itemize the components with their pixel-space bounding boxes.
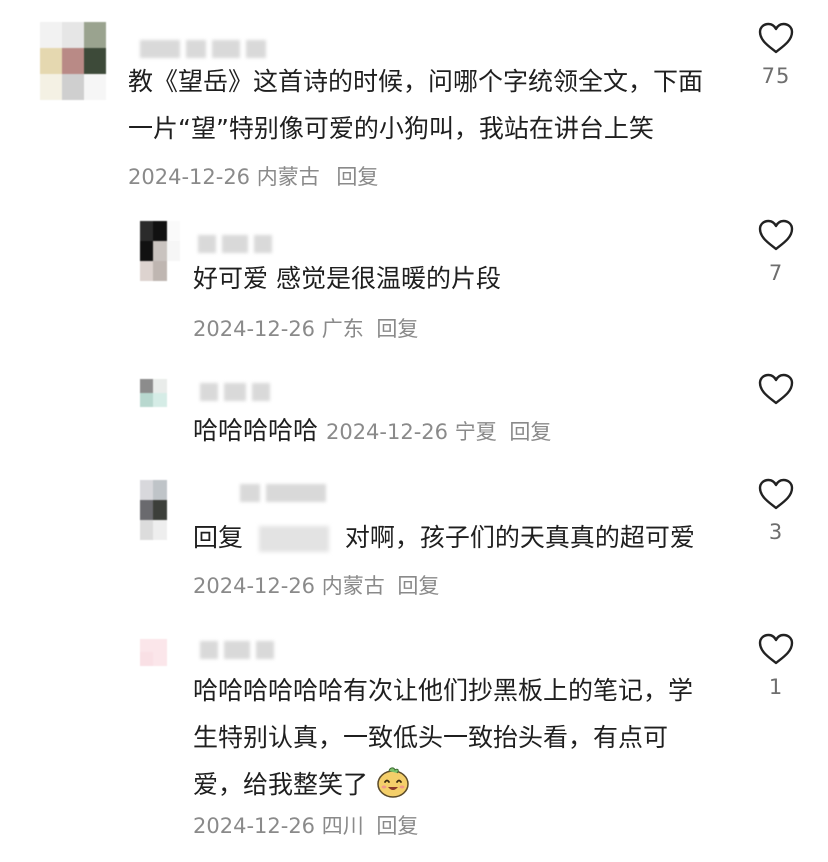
heart-outline-icon bbox=[758, 373, 794, 405]
reply-text: 哈哈哈哈哈哈有次让他们抄黑板上的笔记，学生特别认真，一致低头一致抬头看，有点可爱… bbox=[193, 676, 694, 799]
username-blurred[interactable] bbox=[198, 235, 272, 253]
reply-text: 对啊，孩子们的天真真的超可爱 bbox=[344, 523, 695, 552]
reply-location: 宁夏 bbox=[454, 420, 497, 444]
like-count: 3 bbox=[768, 520, 784, 544]
reply-text: 哈哈哈哈哈 bbox=[193, 416, 319, 445]
avatar[interactable] bbox=[140, 221, 180, 281]
heart-outline-icon bbox=[758, 633, 794, 665]
reply-item: 哈哈哈哈哈 2024-12-26 宁夏 回复 bbox=[0, 365, 828, 465]
reply-body: 哈哈哈哈哈 2024-12-26 宁夏 回复 bbox=[193, 407, 733, 456]
heart-outline-icon bbox=[758, 219, 794, 251]
comment-meta: 2024-12-26 内蒙古 回复 bbox=[128, 165, 378, 189]
reply-body: 回复 对啊，孩子们的天真真的超可爱 2024-12-26 内蒙古 回复 bbox=[193, 514, 723, 610]
reply-body: 好可爱 感觉是很温暖的片段 bbox=[193, 255, 723, 302]
like-count: 1 bbox=[768, 675, 784, 699]
reply-meta: 2024-12-26 内蒙古 回复 bbox=[193, 574, 439, 598]
like-count: 7 bbox=[768, 261, 784, 285]
like-button[interactable]: 1 bbox=[746, 633, 806, 699]
reply-button[interactable]: 回复 bbox=[509, 420, 551, 444]
avatar[interactable] bbox=[140, 639, 180, 679]
reply-location: 四川 bbox=[321, 814, 364, 838]
avatar[interactable] bbox=[140, 480, 180, 540]
username-blurred[interactable] bbox=[240, 484, 326, 502]
reply-button[interactable]: 回复 bbox=[376, 814, 418, 838]
reply-location: 广东 bbox=[321, 317, 364, 341]
like-button[interactable] bbox=[746, 373, 806, 405]
like-button[interactable]: 3 bbox=[746, 478, 806, 544]
smiling-emoji-icon bbox=[377, 767, 409, 798]
reply-button[interactable]: 回复 bbox=[376, 317, 418, 341]
comment-date: 2024-12-26 bbox=[128, 165, 251, 189]
reply-button[interactable]: 回复 bbox=[336, 165, 378, 189]
reply-meta: 2024-12-26 宁夏 回复 bbox=[326, 420, 551, 444]
reply-prefix: 回复 bbox=[193, 523, 244, 552]
main-comment: 教《望岳》这首诗的时候，问哪个字统领全文，下面一片“望”特别像可爱的小狗叫，我站… bbox=[0, 0, 828, 200]
like-button[interactable]: 7 bbox=[746, 219, 806, 285]
heart-outline-icon bbox=[758, 478, 794, 510]
reply-item: 回复 对啊，孩子们的天真真的超可爱 2024-12-26 内蒙古 回复 3 bbox=[0, 470, 828, 610]
username-blurred[interactable] bbox=[200, 383, 270, 401]
reply-date: 2024-12-26 bbox=[325, 420, 449, 444]
mentioned-user-blurred[interactable] bbox=[258, 526, 329, 552]
like-button[interactable]: 75 bbox=[746, 22, 806, 88]
reply-meta: 2024-12-26 四川 回复 bbox=[193, 810, 418, 840]
heart-outline-icon bbox=[758, 22, 794, 54]
reply-date: 2024-12-26 bbox=[193, 574, 316, 598]
reply-item: 好可爱 感觉是很温暖的片段 2024-12-26 广东 回复 7 bbox=[0, 205, 828, 355]
avatar[interactable] bbox=[140, 379, 180, 421]
comment-body: 教《望岳》这首诗的时候，问哪个字统领全文，下面一片“望”特别像可爱的小狗叫，我站… bbox=[128, 58, 718, 201]
avatar[interactable] bbox=[40, 22, 106, 100]
like-count: 75 bbox=[761, 64, 791, 88]
reply-item: 哈哈哈哈哈哈有次让他们抄黑板上的笔记，学生特别认真，一致低头一致抬头看，有点可爱… bbox=[0, 625, 828, 862]
reply-body: 哈哈哈哈哈哈有次让他们抄黑板上的笔记，学生特别认真，一致低头一致抬头看，有点可爱… bbox=[193, 667, 693, 808]
reply-date: 2024-12-26 bbox=[193, 814, 316, 838]
username-blurred[interactable] bbox=[200, 641, 274, 659]
username-blurred[interactable] bbox=[140, 40, 266, 58]
reply-date: 2024-12-26 bbox=[193, 317, 316, 341]
reply-button[interactable]: 回复 bbox=[397, 574, 439, 598]
comment-text: 教《望岳》这首诗的时候，问哪个字统领全文，下面一片“望”特别像可爱的小狗叫，我站… bbox=[128, 67, 704, 143]
reply-location: 内蒙古 bbox=[321, 574, 385, 598]
reply-text: 好可爱 感觉是很温暖的片段 bbox=[193, 264, 501, 293]
comment-location: 内蒙古 bbox=[256, 165, 320, 189]
reply-meta: 2024-12-26 广东 回复 bbox=[193, 313, 418, 343]
